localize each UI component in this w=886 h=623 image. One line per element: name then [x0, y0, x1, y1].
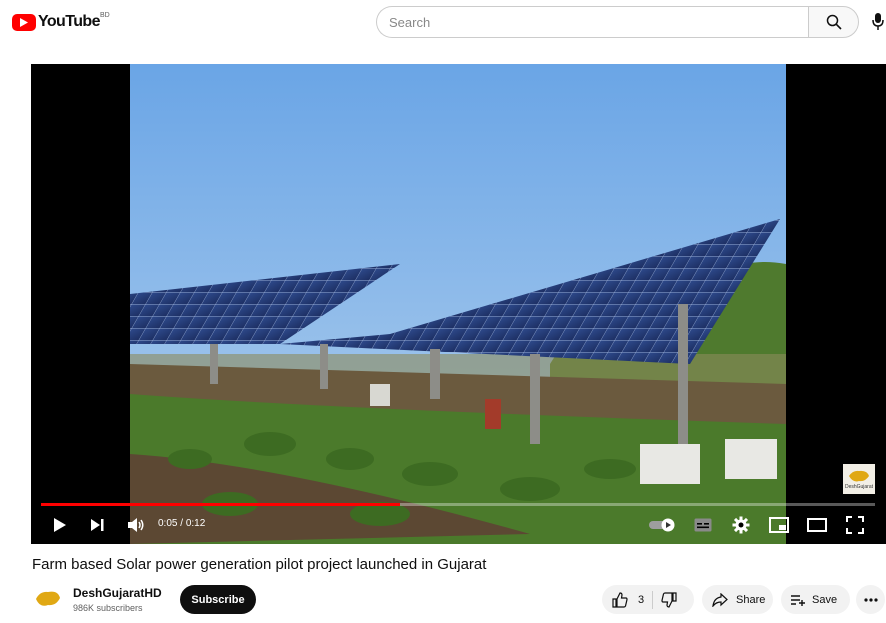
voice-search-button[interactable] [871, 12, 885, 32]
video-frame [130, 64, 786, 544]
theater-mode-button[interactable] [805, 514, 829, 536]
subscribe-button[interactable]: Subscribe [180, 585, 256, 614]
share-button[interactable]: Share [702, 585, 773, 614]
video-player[interactable]: DeshGujarat 0:05 / 0:12 [31, 64, 886, 544]
gear-icon [732, 516, 750, 534]
watermark-map-icon [849, 470, 869, 482]
time-separator: / [177, 518, 186, 529]
miniplayer-icon [769, 517, 789, 533]
like-count: 3 [638, 593, 645, 606]
add-to-playlist-icon [791, 594, 805, 606]
next-button[interactable] [86, 514, 108, 536]
next-icon [91, 519, 104, 531]
play-icon [54, 518, 66, 532]
mute-button[interactable] [125, 514, 147, 536]
dislike-button[interactable] [661, 591, 677, 608]
channel-logo-icon [36, 591, 60, 606]
more-actions-button[interactable] [856, 585, 885, 614]
watermark-text: DeshGujarat [844, 484, 874, 490]
like-divider [652, 590, 654, 609]
autoplay-toggle-icon [649, 518, 675, 532]
play-button[interactable] [49, 514, 71, 536]
fullscreen-button[interactable] [843, 514, 867, 536]
search-icon [826, 14, 842, 30]
subtitles-icon [694, 518, 712, 532]
share-label: Share [736, 593, 766, 606]
channel-watermark[interactable]: DeshGujarat [843, 464, 875, 494]
thumbs-up-icon [612, 591, 628, 608]
theater-mode-icon [807, 518, 827, 532]
subtitles-button[interactable] [691, 514, 715, 536]
share-icon [712, 592, 728, 607]
more-horizontal-icon [863, 597, 878, 602]
volume-icon [128, 518, 144, 532]
channel-name[interactable]: DeshGujaratHD [73, 586, 162, 600]
fullscreen-icon [846, 516, 864, 534]
channel-avatar[interactable] [32, 585, 62, 615]
subscriber-count: 986K subscribers [73, 603, 143, 613]
like-button[interactable]: 3 [612, 591, 645, 608]
save-label: Save [812, 593, 838, 606]
logo-text: YouTube [38, 13, 100, 30]
time-current: 0:05 [158, 518, 178, 529]
like-dislike-group: 3 [602, 585, 694, 614]
autoplay-toggle[interactable] [647, 514, 677, 536]
time-total: 0:12 [185, 518, 206, 529]
time-display: 0:05 / 0:12 [158, 518, 205, 529]
progress-fill [41, 503, 400, 506]
search-button[interactable] [808, 6, 859, 38]
progress-bar[interactable] [41, 503, 875, 506]
video-title: Farm based Solar power generation pilot … [32, 556, 487, 573]
microphone-icon [872, 13, 884, 30]
youtube-logo[interactable]: YouTube BD [12, 12, 110, 32]
country-code: BD [100, 12, 110, 19]
save-button[interactable]: Save [781, 585, 850, 614]
settings-button[interactable] [729, 514, 753, 536]
youtube-play-icon [12, 13, 36, 31]
search-input[interactable] [376, 6, 808, 38]
thumbs-down-icon [661, 591, 677, 608]
miniplayer-button[interactable] [767, 514, 791, 536]
search-bar [376, 6, 859, 38]
